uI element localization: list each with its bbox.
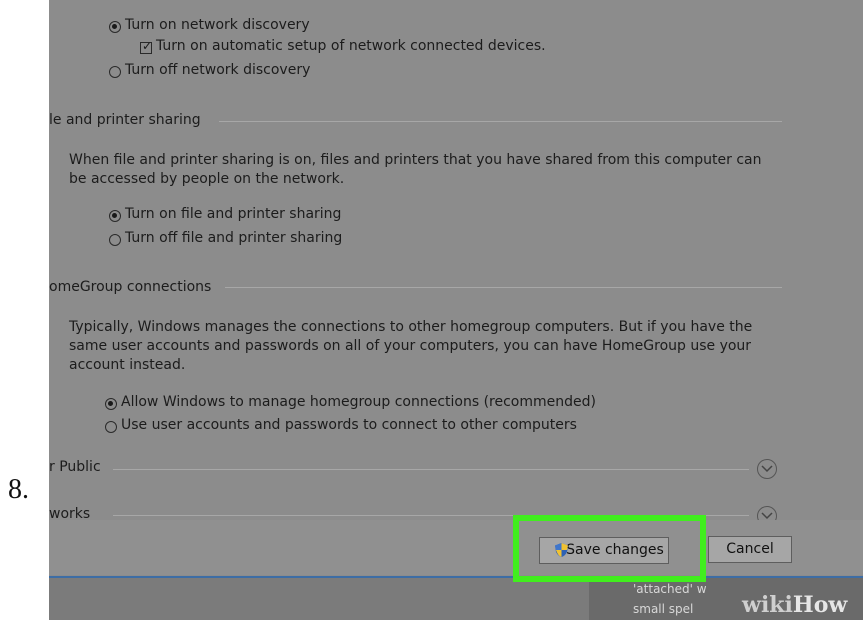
chevron-down-icon bbox=[761, 512, 773, 520]
file-sharing-off-label: Turn off file and printer sharing bbox=[125, 230, 343, 246]
background-text-line: 'attached' w bbox=[633, 582, 707, 596]
file-sharing-on-radio[interactable] bbox=[109, 210, 121, 222]
section-divider bbox=[225, 287, 782, 288]
network-settings-window: Turn on network discovery ✓ Turn on auto… bbox=[49, 0, 863, 620]
network-discovery-off-label: Turn off network discovery bbox=[125, 62, 311, 78]
check-icon: ✓ bbox=[142, 39, 153, 53]
file-sharing-on-label: Turn on file and printer sharing bbox=[125, 206, 342, 222]
homegroup-windows-label: Allow Windows to manage homegroup connec… bbox=[121, 394, 596, 410]
watermark-wiki: wiki bbox=[742, 592, 793, 618]
network-discovery-off-radio[interactable] bbox=[109, 66, 121, 78]
homegroup-windows-radio[interactable] bbox=[105, 398, 117, 410]
file-sharing-section-title: le and printer sharing bbox=[49, 112, 201, 128]
description-line: account instead. bbox=[69, 357, 186, 373]
homegroup-description: Typically, Windows manages the connectio… bbox=[69, 318, 752, 375]
file-sharing-description: When file and printer sharing is on, fil… bbox=[69, 151, 762, 189]
section-divider bbox=[219, 121, 782, 122]
highlight-box bbox=[513, 515, 706, 582]
network-discovery-on-label: Turn on network discovery bbox=[125, 17, 310, 33]
watermark-how: How bbox=[792, 592, 848, 618]
description-line: same user accounts and passwords on all … bbox=[69, 338, 752, 354]
file-sharing-off-radio[interactable] bbox=[109, 234, 121, 246]
description-line: be accessed by people on the network. bbox=[69, 171, 345, 187]
public-section-title[interactable]: r Public bbox=[49, 459, 101, 475]
public-expand-button[interactable] bbox=[757, 459, 777, 479]
homegroup-accounts-radio[interactable] bbox=[105, 421, 117, 433]
homegroup-section-title: omeGroup connections bbox=[49, 279, 212, 295]
chevron-down-icon bbox=[761, 465, 773, 473]
network-discovery-on-radio[interactable] bbox=[109, 21, 121, 33]
background-text-line: small spel bbox=[633, 602, 694, 616]
wikihow-watermark: wikiHow bbox=[742, 592, 847, 618]
auto-setup-label: Turn on automatic setup of network conne… bbox=[156, 38, 546, 54]
description-line: When file and printer sharing is on, fil… bbox=[69, 152, 762, 168]
description-line: Typically, Windows manages the connectio… bbox=[69, 319, 753, 335]
homegroup-accounts-label: Use user accounts and passwords to conne… bbox=[121, 417, 577, 433]
section-divider bbox=[113, 469, 749, 470]
auto-setup-checkbox[interactable]: ✓ bbox=[140, 39, 153, 54]
step-number: 8. bbox=[8, 474, 29, 505]
cancel-button[interactable]: Cancel bbox=[708, 536, 792, 563]
